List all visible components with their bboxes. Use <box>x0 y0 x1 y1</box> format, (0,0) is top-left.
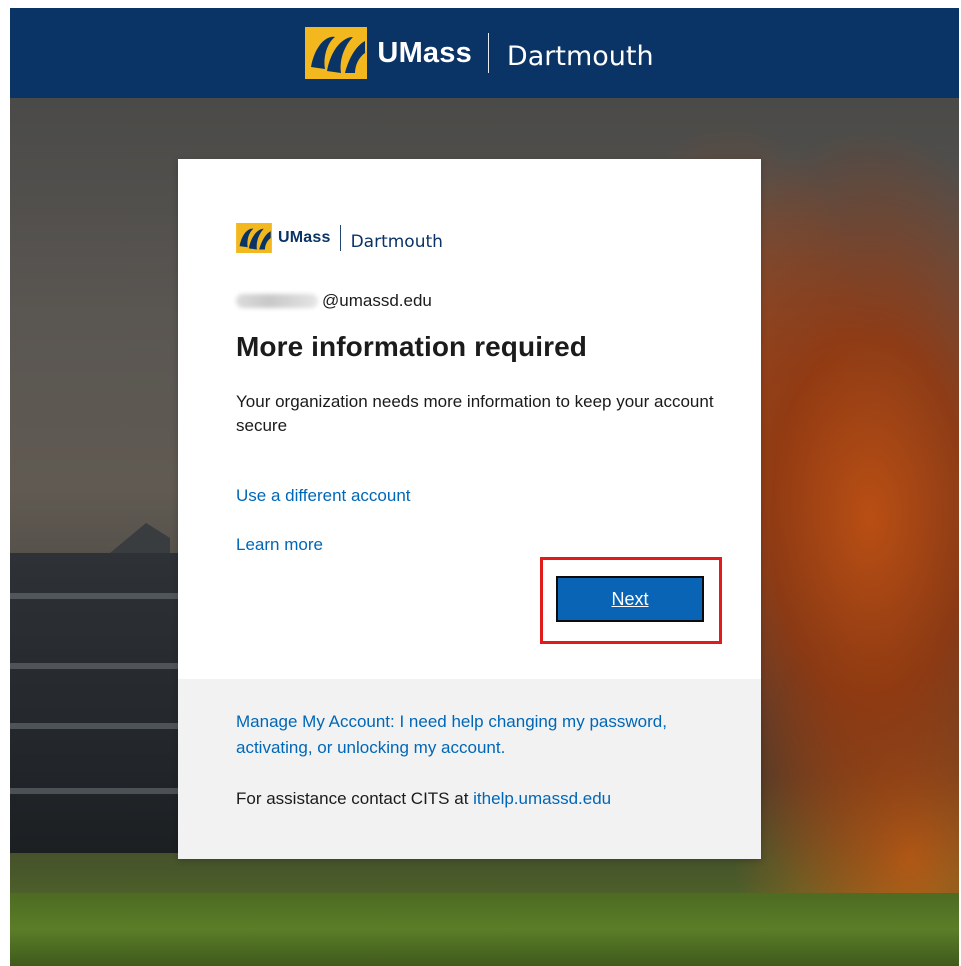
sign-in-card: UMass Dartmouth @umassd.edu More informa… <box>178 159 761 859</box>
building-stripe <box>10 723 190 729</box>
card-brand-sub: Dartmouth <box>350 232 443 252</box>
background-lawn <box>10 893 959 966</box>
next-button[interactable]: Next <box>556 576 704 622</box>
header-brand-divider <box>487 33 489 73</box>
building-stripe <box>10 663 190 669</box>
header-brand: UMass Dartmouth <box>305 27 654 79</box>
card-logo: UMass Dartmouth <box>236 223 443 253</box>
building-stripe <box>10 788 190 794</box>
account-email: @umassd.edu <box>236 289 432 313</box>
card-footer: Manage My Account: I need help changing … <box>178 679 761 859</box>
card-brand-divider <box>339 225 341 251</box>
page-description: Your organization needs more information… <box>236 392 714 435</box>
header-brand-word: UMass <box>377 36 472 69</box>
use-different-account-link[interactable]: Use a different account <box>236 486 411 506</box>
ithelp-link[interactable]: ithelp.umassd.edu <box>473 789 611 808</box>
page-title: More information required <box>236 331 587 362</box>
learn-more-link[interactable]: Learn more <box>236 535 323 555</box>
header-brand-sub: Dartmouth <box>506 40 654 72</box>
redacted-username <box>236 294 318 308</box>
building-stripe <box>10 593 190 599</box>
manage-my-account-link[interactable]: Manage My Account: I need help changing … <box>236 709 706 761</box>
card-brand-word: UMass <box>278 229 331 246</box>
background-building <box>10 553 190 853</box>
assistance-label: For assistance contact CITS at <box>236 789 474 808</box>
email-domain: @umassd.edu <box>322 291 432 310</box>
assistance-text: For assistance contact CITS at ithelp.um… <box>236 789 611 809</box>
top-header-bar: UMass Dartmouth <box>10 8 959 98</box>
umass-logo-icon <box>305 27 368 79</box>
card-main: UMass Dartmouth @umassd.edu More informa… <box>178 159 761 679</box>
login-page: UMass Dartmouth UMass Dartmouth @umassd.… <box>10 8 959 966</box>
umass-logo-icon <box>236 223 272 253</box>
